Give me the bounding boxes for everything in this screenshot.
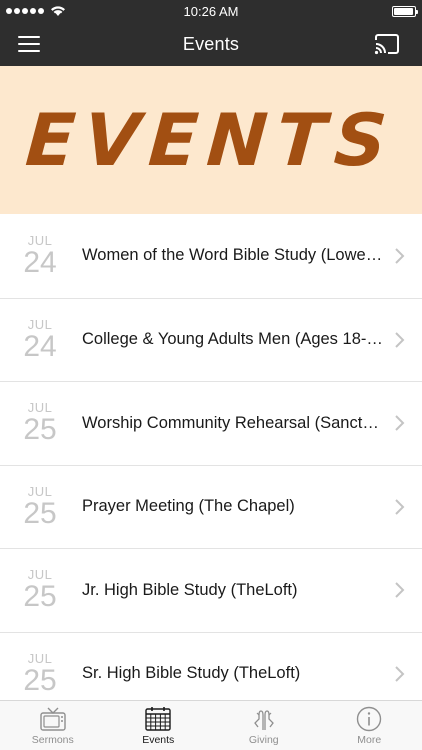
chevron-right-icon (395, 415, 405, 431)
tab-label: More (357, 733, 382, 746)
event-title: Worship Community Rehearsal (Sanctuary) (82, 413, 400, 432)
event-title: Jr. High Bible Study (TheLoft) (82, 580, 298, 599)
chevron-right-icon (395, 582, 405, 598)
wifi-icon (50, 5, 66, 17)
events-list: JUL 24 Women of the Word Bible Study (Lo… (0, 214, 422, 715)
signal-strength-icon (6, 5, 66, 17)
event-title: Sr. High Bible Study (TheLoft) (82, 664, 301, 683)
event-row[interactable]: JUL 25 Jr. High Bible Study (TheLoft) (0, 548, 422, 632)
banner-title: EVENTS (23, 98, 399, 182)
event-day: 24 (23, 245, 57, 279)
info-icon (357, 706, 382, 731)
event-row[interactable]: JUL 24 College & Young Adults Men (Ages … (0, 297, 422, 381)
hamburger-menu-icon[interactable] (18, 32, 46, 56)
status-bar: 10:26 AM (0, 0, 422, 22)
tab-label: Sermons (31, 733, 74, 746)
event-date: JUL 25 (0, 651, 82, 697)
events-banner: EVENTS (0, 66, 422, 214)
calendar-icon (145, 706, 171, 731)
event-date: JUL 24 (0, 233, 82, 279)
battery-icon (392, 5, 418, 17)
event-day: 25 (23, 413, 57, 447)
event-date: JUL 24 (0, 317, 82, 363)
event-day: 24 (23, 329, 57, 363)
event-date: JUL 25 (0, 401, 82, 445)
tab-sermons[interactable]: Sermons (0, 706, 106, 746)
event-date: JUL 25 (0, 484, 82, 530)
tab-giving[interactable]: Giving (211, 706, 317, 746)
event-row[interactable]: JUL 25 Prayer Meeting (The Chapel) (0, 464, 422, 548)
event-title: College & Young Adults Men (Ages 18-30) (82, 330, 391, 349)
praying-hands-icon (253, 709, 274, 730)
event-title: Women of the Word Bible Study (Lower Lev… (82, 246, 421, 265)
tab-bar: Sermons Events Giving More (0, 700, 422, 750)
event-row[interactable]: JUL 25 Worship Community Rehearsal (Sanc… (0, 381, 422, 465)
event-date: JUL 25 (0, 568, 82, 612)
tab-more[interactable]: More (317, 706, 422, 746)
chevron-right-icon (395, 332, 405, 348)
navigation-bar: Events (0, 22, 422, 66)
tab-label: Giving (248, 733, 279, 746)
page-title: Events (182, 33, 240, 54)
chevron-right-icon (395, 248, 405, 264)
event-day: 25 (23, 663, 57, 697)
chevron-right-icon (395, 666, 405, 682)
cast-icon[interactable] (374, 32, 400, 56)
chevron-right-icon (395, 499, 405, 515)
event-title: Prayer Meeting (The Chapel) (82, 497, 295, 516)
tab-label: Events (142, 733, 175, 746)
event-day: 25 (23, 580, 57, 614)
event-row[interactable]: JUL 24 Women of the Word Bible Study (Lo… (0, 214, 422, 298)
event-day: 25 (23, 496, 57, 530)
tv-icon (40, 707, 66, 731)
tab-events[interactable]: Events (106, 706, 212, 746)
